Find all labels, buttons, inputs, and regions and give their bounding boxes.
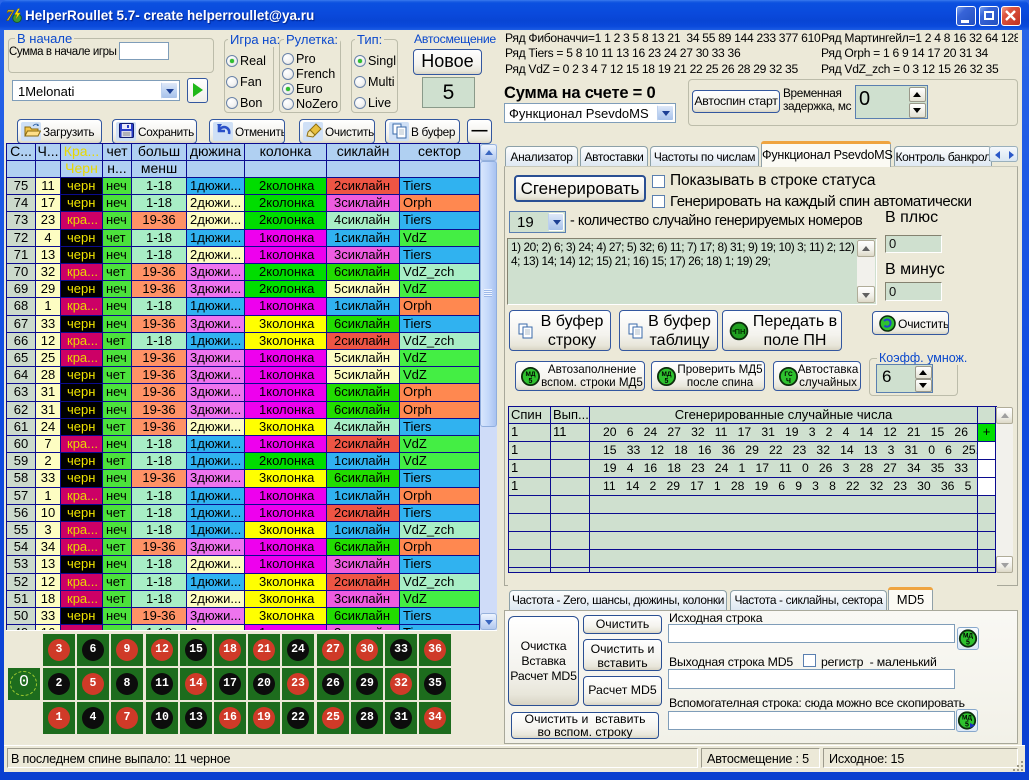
svg-text:МД: МД bbox=[963, 633, 973, 640]
svg-text:5: 5 bbox=[966, 640, 970, 647]
svg-text:МД: МД bbox=[962, 715, 972, 722]
svg-text:Ч: Ч bbox=[786, 378, 791, 385]
svg-text:МД: МД bbox=[525, 371, 535, 378]
svg-text:ПН: ПН bbox=[735, 327, 746, 336]
svg-text:5: 5 bbox=[665, 378, 669, 385]
svg-text:МД: МД bbox=[661, 371, 671, 378]
svg-text:5: 5 bbox=[529, 378, 533, 385]
svg-text:ГС: ГС bbox=[784, 371, 793, 378]
svg-text:5: 5 bbox=[965, 722, 969, 729]
